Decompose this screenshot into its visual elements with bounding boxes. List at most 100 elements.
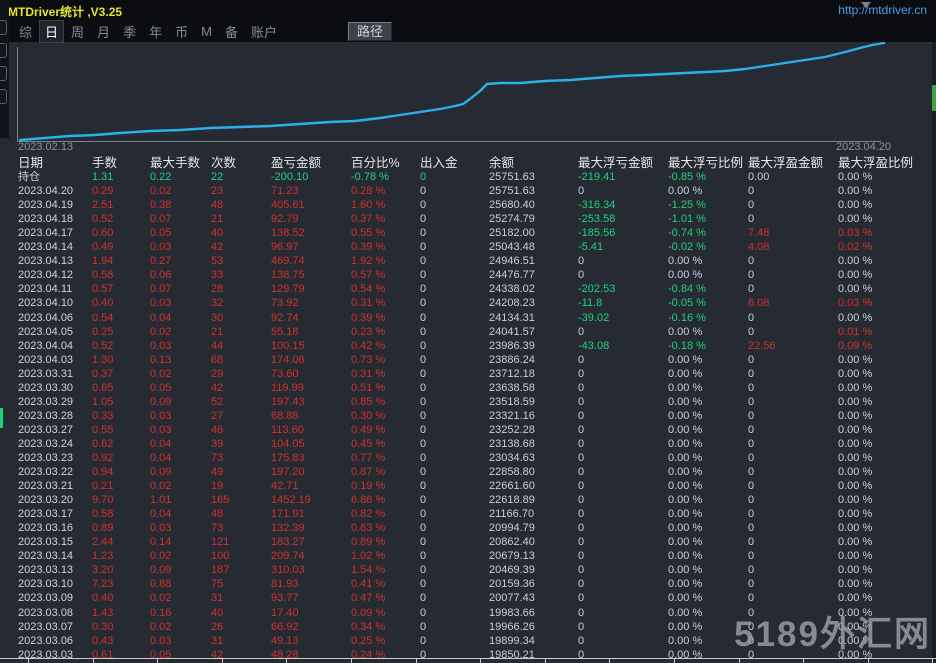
table-cell: 0.89 %: [351, 535, 420, 549]
table-cell: 0.00 %: [838, 381, 924, 395]
table-cell: 21166.70: [489, 507, 578, 521]
table-row[interactable]: 2023.04.031.300.1368174.060.73 %023886.2…: [18, 353, 936, 367]
dock-handle-icon[interactable]: [0, 43, 7, 58]
menu-item-nian[interactable]: 年: [143, 20, 168, 43]
table-cell: 0.22: [150, 170, 211, 184]
column-header: 日期: [18, 156, 92, 170]
table-cell: 0.02: [150, 549, 211, 563]
table-row[interactable]: 2023.04.040.520.0344100.150.42 %023986.3…: [18, 339, 936, 353]
table-cell: -202.53: [578, 282, 668, 296]
table-cell: 92.74: [271, 311, 351, 325]
table-cell: 0: [748, 268, 838, 282]
table-cell: -5.41: [578, 240, 668, 254]
table-cell: 持仓: [18, 170, 92, 184]
dock-handle-icon[interactable]: [0, 66, 7, 81]
table-row[interactable]: 2023.04.110.570.0728129.790.54 %024338.0…: [18, 282, 936, 296]
table-row[interactable]: 2023.04.180.520.072192.790.37 %025274.79…: [18, 212, 936, 226]
menu-item-m[interactable]: M: [195, 22, 218, 41]
table-cell: 0.52: [92, 339, 150, 353]
table-row[interactable]: 2023.03.160.890.0373132.390.63 %020994.7…: [18, 521, 936, 535]
table-cell: 2023.04.10: [18, 296, 92, 310]
table-row[interactable]: 2023.03.107.230.887581.930.41 %020159.36…: [18, 577, 936, 591]
table-cell: 0: [578, 184, 668, 198]
table-cell: 0: [748, 212, 838, 226]
table-row[interactable]: 2023.03.090.400.023193.770.47 %020077.43…: [18, 591, 936, 605]
table-cell: 0.02: [150, 479, 211, 493]
menu-item-zhou[interactable]: 周: [65, 20, 90, 43]
table-row[interactable]: 2023.04.060.540.043092.740.39 %024134.31…: [18, 311, 936, 325]
table-cell: 0.33: [92, 409, 150, 423]
table-cell: 0: [578, 521, 668, 535]
table-row[interactable]: 2023.04.192.510.3848405.611.60 %025680.4…: [18, 198, 936, 212]
table-cell: 2023.04.20: [18, 184, 92, 198]
table-row[interactable]: 持仓1.310.2222-200.10-0.78 %025751.63-219.…: [18, 170, 936, 184]
table-cell: 0: [420, 423, 489, 437]
table-row[interactable]: 2023.03.280.330.032768.880.30 %023321.16…: [18, 409, 936, 423]
table-cell: 0: [420, 451, 489, 465]
table-row[interactable]: 2023.03.310.370.022973.600.31 %023712.18…: [18, 367, 936, 381]
table-cell: 0.00 %: [838, 184, 924, 198]
table-cell: 0: [748, 282, 838, 296]
table-row[interactable]: 2023.03.133.200.09187310.031.54 %020469.…: [18, 563, 936, 577]
table-cell: 23518.59: [489, 395, 578, 409]
table-row[interactable]: 2023.03.240.620.0439104.050.45 %023138.6…: [18, 437, 936, 451]
grid-tick: [674, 659, 675, 663]
menu-item-bei[interactable]: 备: [219, 20, 244, 43]
menu-item-yue[interactable]: 月: [91, 20, 116, 43]
dock-handle-icon[interactable]: [0, 89, 7, 104]
table-row[interactable]: 2023.04.100.400.033273.920.31 %024208.23…: [18, 296, 936, 310]
table-row[interactable]: 2023.03.300.650.0542119.990.51 %023638.5…: [18, 381, 936, 395]
dock-handle-icon[interactable]: [0, 20, 7, 35]
menu-item-ri[interactable]: 日: [39, 20, 64, 43]
table-cell: 92.79: [271, 212, 351, 226]
table-cell: 0.13: [150, 353, 211, 367]
table-cell: 0.55: [92, 423, 150, 437]
table-cell: 0: [578, 353, 668, 367]
table-cell: 0: [420, 226, 489, 240]
table-cell: 0.25 %: [351, 634, 420, 648]
table-cell: 0.49: [92, 240, 150, 254]
table-cell: 0.00 %: [668, 268, 748, 282]
table-row[interactable]: 2023.03.152.440.14121183.270.89 %020862.…: [18, 535, 936, 549]
table-cell: 0.00 %: [668, 479, 748, 493]
menu-item-zhanghu[interactable]: 账户: [245, 20, 283, 43]
menu-item-zong[interactable]: 综: [13, 20, 38, 43]
table-row[interactable]: 2023.03.220.940.0949197.200.87 %022858.8…: [18, 465, 936, 479]
table-cell: 0.00 %: [668, 535, 748, 549]
table-cell: 25680.40: [489, 198, 578, 212]
table-row[interactable]: 2023.04.170.600.0540138.520.55 %025182.0…: [18, 226, 936, 240]
table-row[interactable]: 2023.04.120.580.0633138.750.57 %024476.7…: [18, 268, 936, 282]
menu-item-bi[interactable]: 币: [169, 20, 194, 43]
menu-item-ji[interactable]: 季: [117, 20, 142, 43]
table-row[interactable]: 2023.04.050.250.022155.180.23 %024041.57…: [18, 325, 936, 339]
table-cell: -0.05 %: [668, 296, 748, 310]
scrollbar-thumb[interactable]: [932, 85, 936, 111]
table-row[interactable]: 2023.03.141.230.02100209.741.02 %020679.…: [18, 549, 936, 563]
table-cell: 0.06: [150, 268, 211, 282]
table-cell: 24946.51: [489, 254, 578, 268]
scrollbar-track[interactable]: [932, 42, 936, 662]
table-row[interactable]: 2023.04.131.940.2753469.741.92 %024946.5…: [18, 254, 936, 268]
table-row[interactable]: 2023.03.210.210.021942.710.19 %022661.60…: [18, 479, 936, 493]
table-cell: -39.02: [578, 311, 668, 325]
table-cell: 0.00 %: [838, 311, 924, 325]
table-row[interactable]: 2023.04.200.290.022371.230.28 %025751.63…: [18, 184, 936, 198]
table-cell: 129.79: [271, 282, 351, 296]
table-cell: 2023.04.11: [18, 282, 92, 296]
table-cell: 81.93: [271, 577, 351, 591]
column-header: 余额: [489, 156, 578, 170]
table-cell: 2023.04.17: [18, 226, 92, 240]
table-cell: 0: [578, 437, 668, 451]
table-cell: 0.77 %: [351, 451, 420, 465]
table-row[interactable]: 2023.03.170.580.0448171.910.82 %021166.7…: [18, 507, 936, 521]
app-url-link[interactable]: http://mtdriver.cn: [838, 3, 927, 17]
table-cell: 22: [211, 170, 271, 184]
table-row[interactable]: 2023.03.209.701.011651452.196.86 %022618…: [18, 493, 936, 507]
table-row[interactable]: 2023.03.230.920.0473175.830.77 %023034.6…: [18, 451, 936, 465]
table-cell: 0.03: [150, 296, 211, 310]
table-row[interactable]: 2023.04.140.490.034296.970.39 %025043.48…: [18, 240, 936, 254]
table-row[interactable]: 2023.03.291.050.0952197.430.85 %023518.5…: [18, 395, 936, 409]
table-cell: 0.02: [150, 620, 211, 634]
table-row[interactable]: 2023.03.270.550.0346113.600.49 %023252.2…: [18, 423, 936, 437]
path-button[interactable]: 路径: [348, 22, 392, 41]
